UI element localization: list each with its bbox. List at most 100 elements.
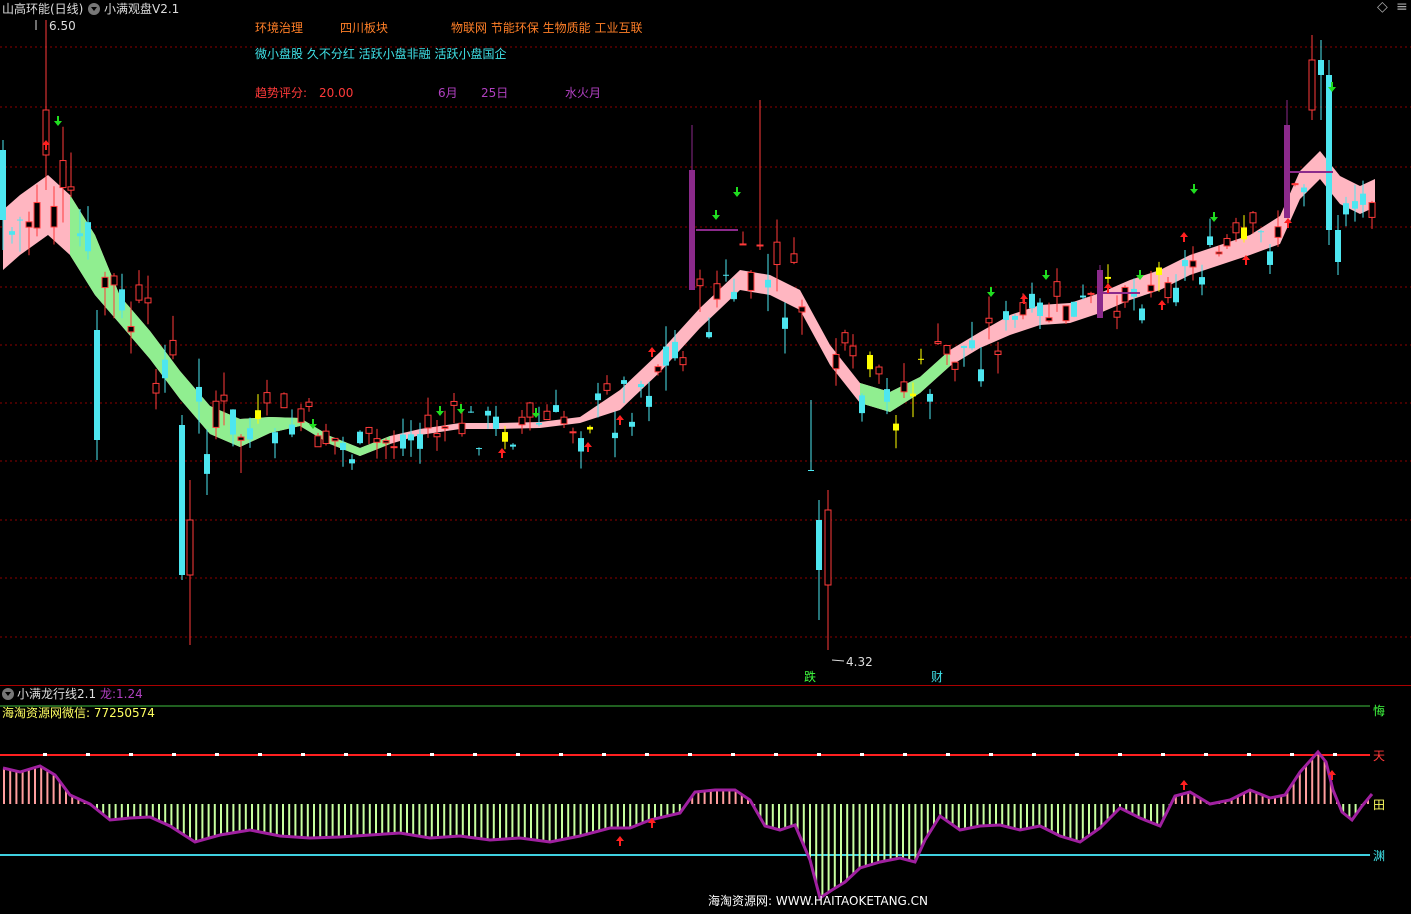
- candle-body: [1045, 317, 1053, 322]
- tian-tick: [129, 753, 133, 756]
- candle-body: [9, 231, 15, 235]
- candle-body: [969, 340, 975, 349]
- tian-tick: [1118, 753, 1122, 756]
- candle-body: [1173, 287, 1179, 303]
- tian-tick: [301, 753, 305, 756]
- candle-body: [1199, 277, 1205, 285]
- tian-tick: [172, 753, 176, 756]
- candle-body: [220, 394, 228, 402]
- candle-body: [1012, 315, 1018, 320]
- candle-body: [127, 325, 135, 333]
- candle-body: [985, 317, 993, 324]
- tian-tick: [946, 753, 950, 756]
- candle-body: [893, 423, 899, 431]
- candle-body: [1223, 237, 1231, 247]
- element-label: 水火月: [565, 86, 602, 100]
- candle-body: [50, 205, 58, 228]
- watermark-bottom: 海淘资源网: WWW.HAITAOKETANG.CN: [708, 894, 929, 908]
- candle-body: [135, 284, 143, 301]
- candle-body: [382, 440, 390, 444]
- candle-body: [569, 431, 577, 434]
- label-tian: 天: [1373, 749, 1386, 763]
- candle-body: [390, 446, 398, 449]
- tian-tick: [989, 753, 993, 756]
- candle-body: [169, 339, 177, 356]
- sell-arrow-icon: [54, 116, 62, 126]
- candle-body: [1352, 201, 1358, 209]
- candle-body: [1019, 302, 1027, 316]
- month-label: 6月: [438, 86, 458, 100]
- candle-body: [543, 410, 551, 421]
- candle-body: [365, 426, 373, 434]
- tian-tick: [344, 753, 348, 756]
- sell-arrow-icon: [733, 187, 741, 197]
- candle-body: [1105, 276, 1111, 279]
- candle-body: [1360, 193, 1366, 205]
- menu-icon[interactable]: ≡: [1396, 0, 1408, 14]
- candle-body: [603, 383, 611, 391]
- sell-arrow-icon: [712, 210, 720, 220]
- dragon-value: 1.24: [116, 687, 143, 701]
- tian-tick: [860, 753, 864, 756]
- candle-body: [679, 357, 687, 366]
- tian-tick: [43, 753, 47, 756]
- concept-2: 四川板块: [340, 21, 389, 35]
- candle-body: [832, 353, 840, 370]
- candle-body: [77, 233, 83, 237]
- candle-body: [322, 430, 330, 445]
- cai-mark: 财: [931, 670, 944, 684]
- candle-body: [1207, 236, 1213, 246]
- candle-body: [1267, 251, 1273, 265]
- candle-body: [1291, 183, 1299, 186]
- tian-tick: [473, 753, 477, 756]
- sub-buy-arrow-icon: [1180, 780, 1188, 790]
- candle-body: [493, 416, 499, 429]
- sub-indicator-menu-icon[interactable]: [2, 688, 14, 700]
- panel-separator: [0, 685, 1411, 686]
- candle-body: [578, 438, 584, 452]
- buy-arrow-icon: [648, 347, 656, 357]
- candle-body: [331, 437, 339, 442]
- candle-body: [663, 346, 669, 366]
- candle-body: [1189, 260, 1197, 268]
- candle-body: [280, 393, 288, 409]
- diamond-icon[interactable]: ◇: [1377, 0, 1388, 14]
- candle-body: [790, 253, 798, 263]
- indicator-title[interactable]: 小满观盘V2.1: [104, 2, 179, 16]
- candle-body: [961, 345, 967, 348]
- candle-body: [731, 291, 737, 300]
- candle-body: [289, 424, 295, 435]
- candle-body: [1080, 295, 1086, 298]
- candle-body: [900, 381, 908, 393]
- indicator-menu-icon[interactable]: [88, 3, 100, 15]
- candle-body: [1164, 282, 1172, 299]
- candle-body: [1318, 60, 1324, 75]
- concept-1: 环境治理: [255, 21, 304, 35]
- candle-body: [1156, 267, 1162, 275]
- label-yuan: 渊: [1373, 849, 1386, 863]
- tian-tick: [387, 753, 391, 756]
- candle-body: [849, 345, 857, 357]
- high-price-label: 6.50: [49, 19, 76, 33]
- tian-tick: [817, 753, 821, 756]
- sub-indicator-title[interactable]: 小满龙行线2.1: [17, 687, 96, 701]
- candle-body: [212, 400, 220, 428]
- candle-body: [765, 279, 771, 288]
- candle-body: [33, 202, 41, 229]
- candle-body: [1241, 227, 1247, 240]
- label-hui: 悔: [1373, 704, 1386, 718]
- candle-body: [237, 436, 245, 441]
- candle-body: [994, 350, 1002, 356]
- candle-body: [305, 401, 313, 407]
- sell-arrow-icon: [436, 406, 444, 416]
- candle-body: [1029, 293, 1035, 309]
- candle-body: [824, 509, 832, 586]
- tian-tick: [731, 753, 735, 756]
- candle-body: [621, 380, 627, 384]
- candle-body: [816, 520, 822, 570]
- price-chart[interactable]: [0, 0, 1411, 914]
- candle-body: [450, 400, 458, 406]
- candle-body: [400, 434, 406, 449]
- candle-body: [502, 432, 508, 442]
- tian-tick: [602, 753, 606, 756]
